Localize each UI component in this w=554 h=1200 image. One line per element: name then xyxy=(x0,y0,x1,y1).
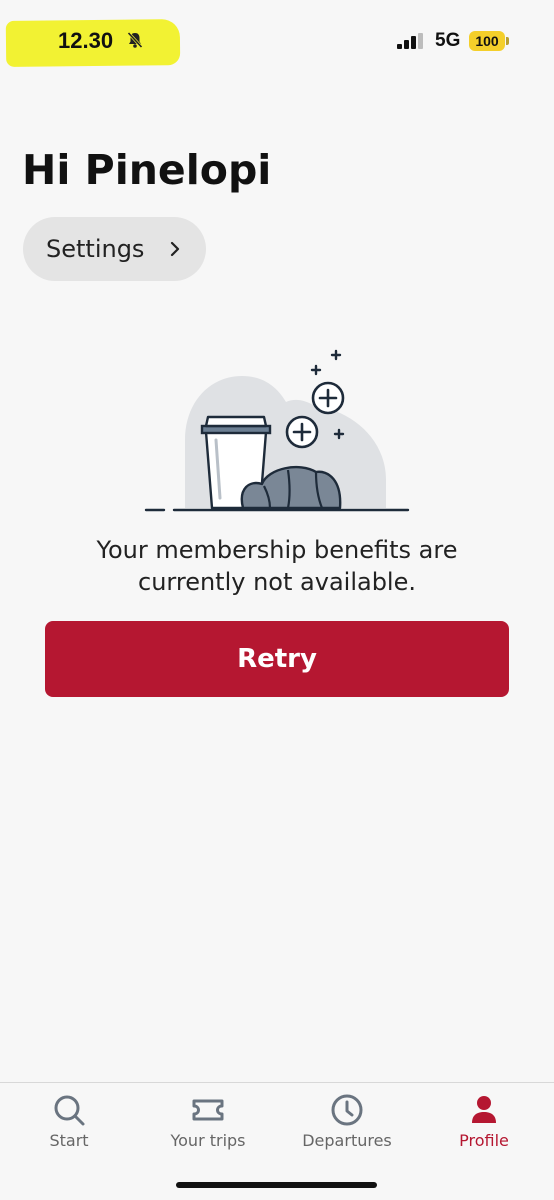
tab-departures[interactable]: Departures xyxy=(278,1083,416,1173)
membership-message: Your membership benefits are currently n… xyxy=(0,534,554,598)
signal-icon xyxy=(397,33,423,49)
coffee-croissant-illustration xyxy=(144,349,410,512)
search-icon xyxy=(54,1095,85,1126)
battery-tip xyxy=(506,37,509,45)
message-line-1: Your membership benefits are xyxy=(96,536,458,564)
retry-button[interactable]: Retry xyxy=(45,621,509,697)
tab-departures-label: Departures xyxy=(302,1131,392,1150)
status-time: 12.30 xyxy=(58,28,114,53)
tab-your-trips[interactable]: Your trips xyxy=(139,1083,277,1173)
clock-icon xyxy=(331,1094,363,1126)
tab-your-trips-label: Your trips xyxy=(170,1131,246,1150)
message-line-2: currently not available. xyxy=(138,568,416,596)
ticket-icon xyxy=(192,1099,224,1121)
tab-start[interactable]: Start xyxy=(0,1083,138,1173)
home-indicator xyxy=(176,1182,377,1188)
page-title: Hi Pinelopi xyxy=(22,146,272,194)
tab-profile-label: Profile xyxy=(459,1131,509,1150)
bell-slash-icon xyxy=(127,31,143,49)
network-type: 5G xyxy=(435,30,461,51)
status-bar: 12.30 5G 100 xyxy=(0,0,554,80)
battery-indicator: 100 xyxy=(469,31,505,51)
chevron-right-icon xyxy=(170,241,180,257)
settings-label: Settings xyxy=(46,235,145,263)
tab-start-label: Start xyxy=(49,1131,89,1150)
person-icon xyxy=(472,1096,496,1123)
settings-button[interactable]: Settings xyxy=(23,217,206,281)
tab-profile[interactable]: Profile xyxy=(415,1083,553,1173)
